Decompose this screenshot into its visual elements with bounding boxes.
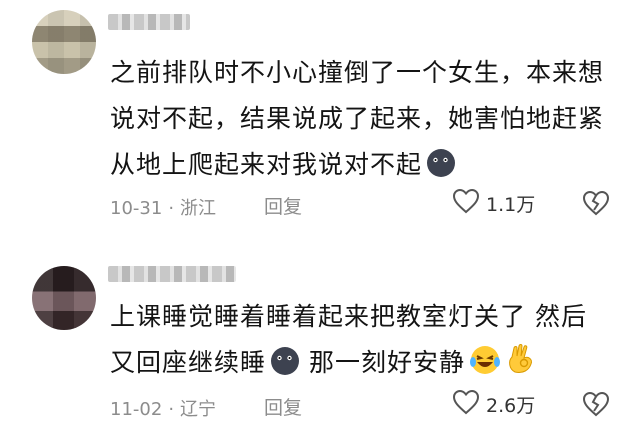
comment-item: 之前排队时不小心撞倒了一个女生，本来想说对不起，结果说成了起来，她害怕地赶紧从地…: [0, 0, 640, 232]
broken-heart-icon: [582, 190, 610, 220]
like-button[interactable]: 2.6万: [452, 389, 535, 419]
like-count: 2.6万: [486, 394, 536, 417]
avatar[interactable]: [32, 10, 96, 74]
like-button[interactable]: 1.1万: [452, 188, 535, 218]
avatar[interactable]: [32, 266, 96, 330]
ok-hand-emoji: [505, 342, 537, 391]
username[interactable]: [108, 14, 190, 30]
comment-body: 之前排队时不小心撞倒了一个女生，本来想说对不起，结果说成了起来，她害怕地赶紧从地…: [110, 58, 605, 179]
comment-location: 浙江: [180, 198, 217, 219]
username[interactable]: [108, 266, 236, 282]
heart-icon: [452, 389, 480, 419]
comment-text: 之前排队时不小心撞倒了一个女生，本来想说对不起，结果说成了起来，她害怕地赶紧从地…: [110, 50, 610, 193]
comment-location: 辽宁: [180, 399, 217, 420]
reply-button[interactable]: 回复: [264, 393, 302, 420]
comment-date: 10-31: [110, 198, 163, 219]
broken-heart-icon: [582, 391, 610, 421]
blackface-emoji: [270, 345, 300, 391]
comment-item: 上课睡觉睡着睡着起来把教室灯关了 然后又回座继续睡 那一刻好安静 11-02 · 辽…: [0, 250, 640, 437]
dislike-button[interactable]: [582, 190, 610, 220]
heart-icon: [452, 188, 480, 218]
comment-meta: 10-31 · 浙江: [110, 198, 217, 219]
blackface-emoji: [426, 147, 456, 193]
comment-date: 11-02: [110, 399, 163, 420]
like-count: 1.1万: [486, 193, 536, 216]
reply-button[interactable]: 回复: [264, 192, 302, 219]
comment-text: 上课睡觉睡着睡着起来把教室灯关了 然后又回座继续睡 那一刻好安静: [110, 294, 610, 391]
comment-meta: 11-02 · 辽宁: [110, 399, 217, 420]
laughing-crying-emoji: [469, 344, 501, 391]
comment-body-tail: 那一刻好安静: [308, 348, 465, 377]
dislike-button[interactable]: [582, 391, 610, 421]
